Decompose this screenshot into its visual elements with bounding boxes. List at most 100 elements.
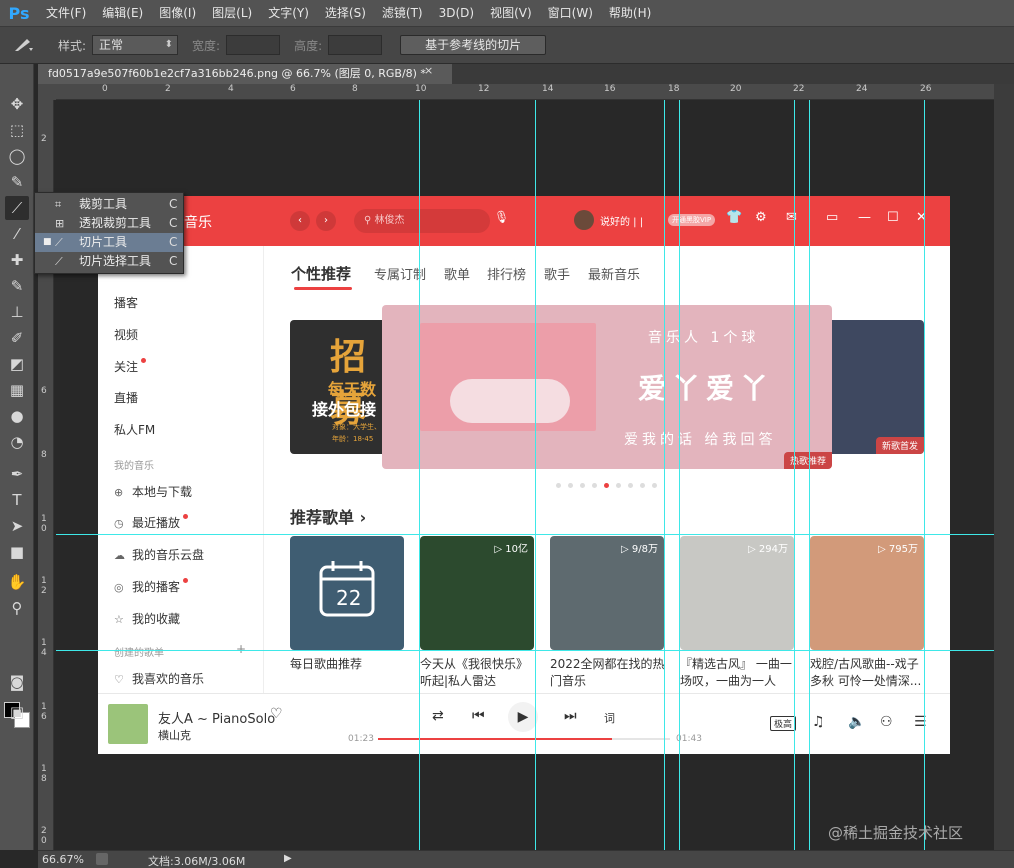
sound-effect-icon: ♫ bbox=[812, 714, 825, 730]
gradient-icon[interactable]: ▦ bbox=[5, 378, 29, 402]
blur-icon[interactable]: ● bbox=[5, 404, 29, 428]
crop-tools-flyout: ⌗ 裁剪工具 C ⊞ 透视裁剪工具 C ■ ⟋ 切片工具 C ⟋ 切片选择工具 … bbox=[34, 192, 184, 274]
photoshop-window: Ps 文件(F) 编辑(E) 图像(I) 图层(L) 文字(Y) 选择(S) 滤… bbox=[0, 0, 1014, 868]
guide-vertical[interactable] bbox=[924, 100, 925, 850]
eyedropper-icon[interactable]: ⁄ bbox=[5, 222, 29, 246]
lyrics-icon: 词 bbox=[604, 712, 615, 725]
healing-icon[interactable]: ✚ bbox=[5, 248, 29, 272]
music-sidebar: 播客 视频 关注 直播 私人FM 我的音乐 ⊕ 本地与下载 ◷ 最近播放 ☁ 我的音乐… bbox=[98, 246, 264, 693]
ruler-left-label: 1 2 bbox=[41, 576, 47, 596]
carousel-dot bbox=[580, 483, 585, 488]
guide-vertical[interactable] bbox=[794, 100, 795, 850]
sidebar-item-cloud: ☁ 我的音乐云盘 bbox=[114, 546, 204, 563]
guide-vertical[interactable] bbox=[535, 100, 536, 850]
width-field[interactable] bbox=[226, 35, 281, 55]
menu-edit[interactable]: 编辑(E) bbox=[94, 0, 151, 26]
quick-select-icon[interactable]: ✎ bbox=[5, 170, 29, 194]
slice-tool-icon[interactable]: ⟋ bbox=[5, 196, 29, 220]
height-label: 高度: bbox=[294, 38, 323, 53]
slice-select-icon: ⟋ bbox=[55, 255, 63, 268]
guide-vertical[interactable] bbox=[664, 100, 665, 850]
menu-file[interactable]: 文件(F) bbox=[38, 0, 94, 26]
zoom-level[interactable]: 66.67% bbox=[42, 853, 84, 866]
style-label: 样式: bbox=[58, 38, 87, 53]
podcast-icon: ◎ bbox=[114, 581, 124, 594]
dodge-icon[interactable]: ◔ bbox=[5, 430, 29, 454]
progress-bar bbox=[378, 738, 670, 740]
ruler-left-label: 2 0 bbox=[41, 826, 47, 846]
menu-help[interactable]: 帮助(H) bbox=[601, 0, 659, 26]
banner-right: 新歌首发 bbox=[826, 320, 924, 454]
close-tab-icon[interactable]: × bbox=[424, 64, 1008, 77]
height-field[interactable] bbox=[328, 35, 383, 55]
flyout-item-shortcut: C bbox=[169, 235, 178, 249]
carousel-dot bbox=[568, 483, 573, 488]
sidebar-item-video: 视频 bbox=[114, 328, 139, 342]
banner-line3: 爱我的话 给我回答 bbox=[624, 432, 777, 448]
style-select[interactable]: 正常 bbox=[92, 35, 179, 55]
guide-vertical[interactable] bbox=[419, 100, 420, 850]
stamp-icon[interactable]: ⊥ bbox=[5, 300, 29, 324]
vertical-scrollbar[interactable] bbox=[994, 84, 1014, 850]
ruler-top-label: 26 bbox=[920, 84, 932, 94]
carousel-dot bbox=[556, 483, 561, 488]
eraser-icon[interactable]: ◩ bbox=[5, 352, 29, 376]
guide-horizontal[interactable] bbox=[56, 534, 994, 535]
menu-type[interactable]: 文字(Y) bbox=[260, 0, 317, 26]
document-tab[interactable]: fd0517a9e507f60b1e2cf7a316bb246.png @ 66… bbox=[38, 64, 452, 84]
slices-from-guides-button[interactable]: 基于参考线的切片 bbox=[400, 35, 547, 55]
menu-view[interactable]: 视图(V) bbox=[482, 0, 540, 26]
carousel-dot bbox=[652, 483, 657, 488]
ruler-top-label: 10 bbox=[415, 84, 427, 94]
playlist-cover: ▷ 294万 bbox=[680, 536, 794, 650]
ruler-top-label: 12 bbox=[478, 84, 490, 94]
search-icon: ⚲ bbox=[364, 215, 375, 226]
hand-icon[interactable]: ✋ bbox=[5, 570, 29, 594]
guide-horizontal[interactable] bbox=[56, 650, 994, 651]
music-app-image: 音乐 ‹ › ⚲ 林俊杰 🎙 说好的 | | 开通黑胶VIP 👕 ⚙ ✉ ▭ —… bbox=[98, 196, 950, 754]
music-username: 说好的 | | bbox=[600, 217, 644, 228]
guide-vertical[interactable] bbox=[679, 100, 680, 850]
guide-vertical[interactable] bbox=[809, 100, 810, 850]
add-playlist-icon: + bbox=[236, 642, 247, 656]
type-icon[interactable]: T bbox=[5, 488, 29, 512]
flyout-item-perspective-crop[interactable]: ⊞ 透视裁剪工具 C bbox=[35, 214, 183, 233]
vip-badge: 开通黑胶VIP bbox=[668, 214, 716, 226]
menu-window[interactable]: 窗口(W) bbox=[540, 0, 601, 26]
menu-image[interactable]: 图像(I) bbox=[151, 0, 204, 26]
lasso-icon[interactable]: ◯ bbox=[5, 144, 29, 168]
status-menu-arrow-icon[interactable]: ▶ bbox=[284, 853, 292, 864]
sidebar-item-local: ⊕ 本地与下载 bbox=[114, 483, 192, 500]
menu-layer[interactable]: 图层(L) bbox=[204, 0, 260, 26]
tab-artists: 歌手 bbox=[544, 268, 571, 283]
export-icon[interactable] bbox=[96, 853, 108, 865]
quick-mask-icon[interactable]: ◙ bbox=[5, 670, 29, 694]
document-tab-title: fd0517a9e507f60b1e2cf7a316bb246.png @ 66… bbox=[48, 67, 426, 80]
slice-tool-preset-icon[interactable] bbox=[0, 26, 48, 64]
play-icon: ▶ bbox=[508, 702, 538, 732]
menu-3d[interactable]: 3D(D) bbox=[431, 0, 482, 26]
flyout-item-slice[interactable]: ■ ⟋ 切片工具 C bbox=[35, 233, 183, 252]
mini-mode-icon: ▭ bbox=[826, 210, 839, 225]
brush-icon[interactable]: ✎ bbox=[5, 274, 29, 298]
history-brush-icon[interactable]: ✐ bbox=[5, 326, 29, 350]
sidebar-item-label: 关注 bbox=[114, 360, 139, 374]
document-size: 文档:3.06M/3.06M bbox=[148, 855, 246, 868]
zoom-icon[interactable]: ⚲ bbox=[5, 596, 29, 620]
menu-select[interactable]: 选择(S) bbox=[317, 0, 374, 26]
ruler-top-label: 2 bbox=[165, 84, 171, 94]
marquee-icon[interactable]: ⬚ bbox=[5, 118, 29, 142]
menu-filter[interactable]: 滤镜(T) bbox=[374, 0, 431, 26]
now-playing-cover bbox=[108, 704, 148, 744]
shape-icon[interactable]: ■ bbox=[5, 540, 29, 564]
path-select-icon[interactable]: ➤ bbox=[5, 514, 29, 538]
close-icon: ✕ bbox=[916, 210, 927, 225]
move-icon[interactable]: ✥ bbox=[5, 92, 29, 116]
flyout-item-crop[interactable]: ⌗ 裁剪工具 C bbox=[35, 195, 183, 214]
flyout-item-slice-select[interactable]: ⟋ 切片选择工具 C bbox=[35, 252, 183, 271]
ruler-top[interactable]: 0 2 4 6 8 10 12 14 16 18 20 22 24 26 bbox=[56, 84, 994, 100]
pen-icon[interactable]: ✒ bbox=[5, 462, 29, 486]
screen-mode-icon[interactable]: ▣ bbox=[5, 700, 29, 724]
slice-icon: ⟋ bbox=[55, 236, 63, 249]
carousel-dot bbox=[592, 483, 597, 488]
